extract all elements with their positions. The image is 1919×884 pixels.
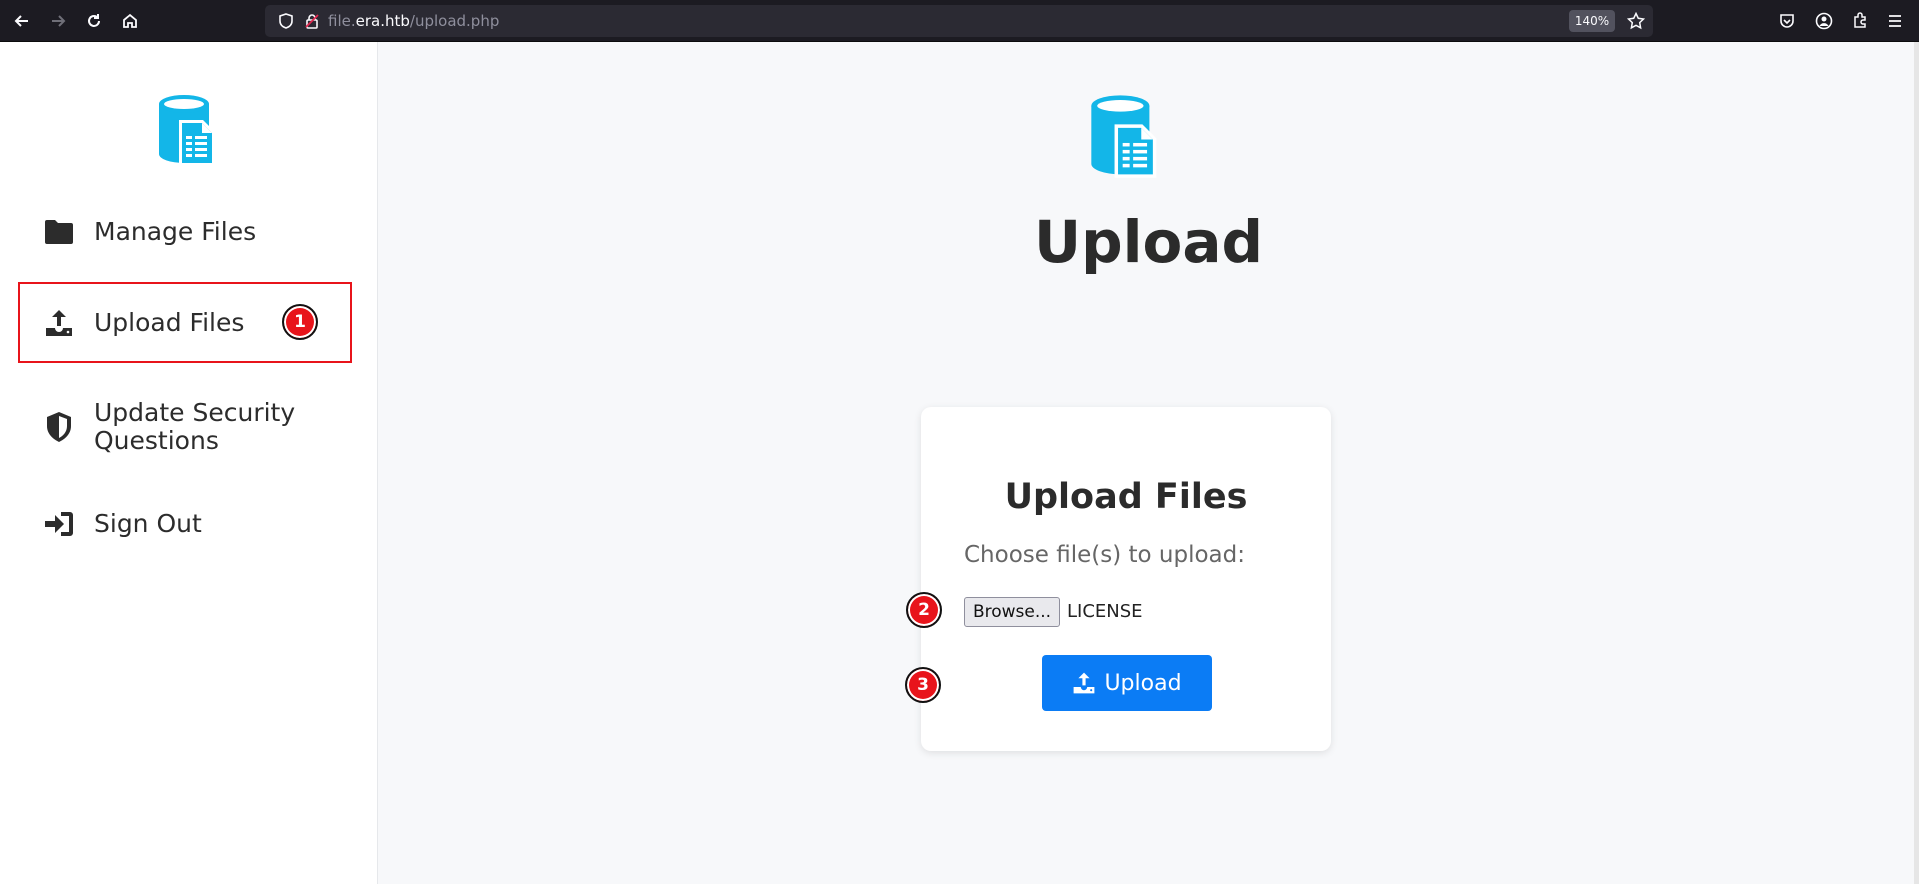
menu-button[interactable] [1883,9,1907,33]
upload-icon [1072,671,1096,695]
choose-files-label: Choose file(s) to upload: [964,542,1245,568]
sidebar-item-update-security-questions[interactable]: Update Security Questions [18,397,352,457]
forward-arrow-icon [52,15,66,27]
tracking-shield-icon[interactable] [277,12,295,30]
bookmark-star-icon[interactable] [1627,12,1645,30]
home-button[interactable] [117,8,143,34]
file-database-logo [1089,94,1161,182]
sign-out-icon [42,510,76,538]
page-scrollbar[interactable] [1914,42,1919,884]
browse-button[interactable]: Browse... [964,597,1060,627]
card-title: Upload Files [1004,477,1248,517]
zoom-level-badge[interactable]: 140% [1569,10,1615,32]
forward-button[interactable] [45,8,71,34]
insecure-lock-icon[interactable] [303,12,321,30]
sidebar-item-label: Manage Files [94,217,257,246]
upload-button[interactable]: Upload [1042,655,1212,711]
sidebar-item-sign-out[interactable]: Sign Out [18,504,352,544]
pocket-button[interactable] [1775,9,1799,33]
sidebar-item-label: Update Security Questions [94,398,296,455]
folder-icon [42,219,76,245]
upload-button-label: Upload [1104,670,1182,696]
browser-toolbar: file.era.htb/upload.php 140% [0,0,1919,42]
back-button[interactable] [9,8,35,34]
address-bar[interactable]: file.era.htb/upload.php 140% [265,5,1653,37]
extensions-button[interactable] [1848,9,1872,33]
sidebar-item-label: Sign Out [94,509,202,538]
shield-icon [42,411,76,443]
pocket-icon [1780,14,1794,28]
sidebar: Manage Files Upload Files 1 Update Secur… [0,42,378,884]
url-text: file.era.htb/upload.php [328,12,500,30]
sidebar-item-label: Upload Files [94,307,245,337]
account-button[interactable] [1812,9,1836,33]
upload-card: Upload Files Choose file(s) to upload: B… [921,407,1331,751]
selected-file-name: LICENSE [1067,601,1143,622]
annotation-marker-2: 2 [906,592,942,628]
page-title: Upload [1034,208,1263,276]
account-icon [1815,12,1833,30]
file-database-logo [157,94,219,170]
hamburger-menu-icon [1889,15,1901,27]
upload-icon [42,308,76,338]
sidebar-item-manage-files[interactable]: Manage Files [18,212,352,252]
annotation-marker-3: 3 [905,667,941,703]
puzzle-icon [1854,12,1866,28]
annotation-marker-1: 1 [282,304,318,340]
reload-icon [88,14,100,27]
home-icon [123,13,137,28]
sidebar-item-upload-files[interactable]: Upload Files 1 [18,282,352,363]
reload-button[interactable] [81,8,107,34]
back-arrow-icon [14,15,28,27]
